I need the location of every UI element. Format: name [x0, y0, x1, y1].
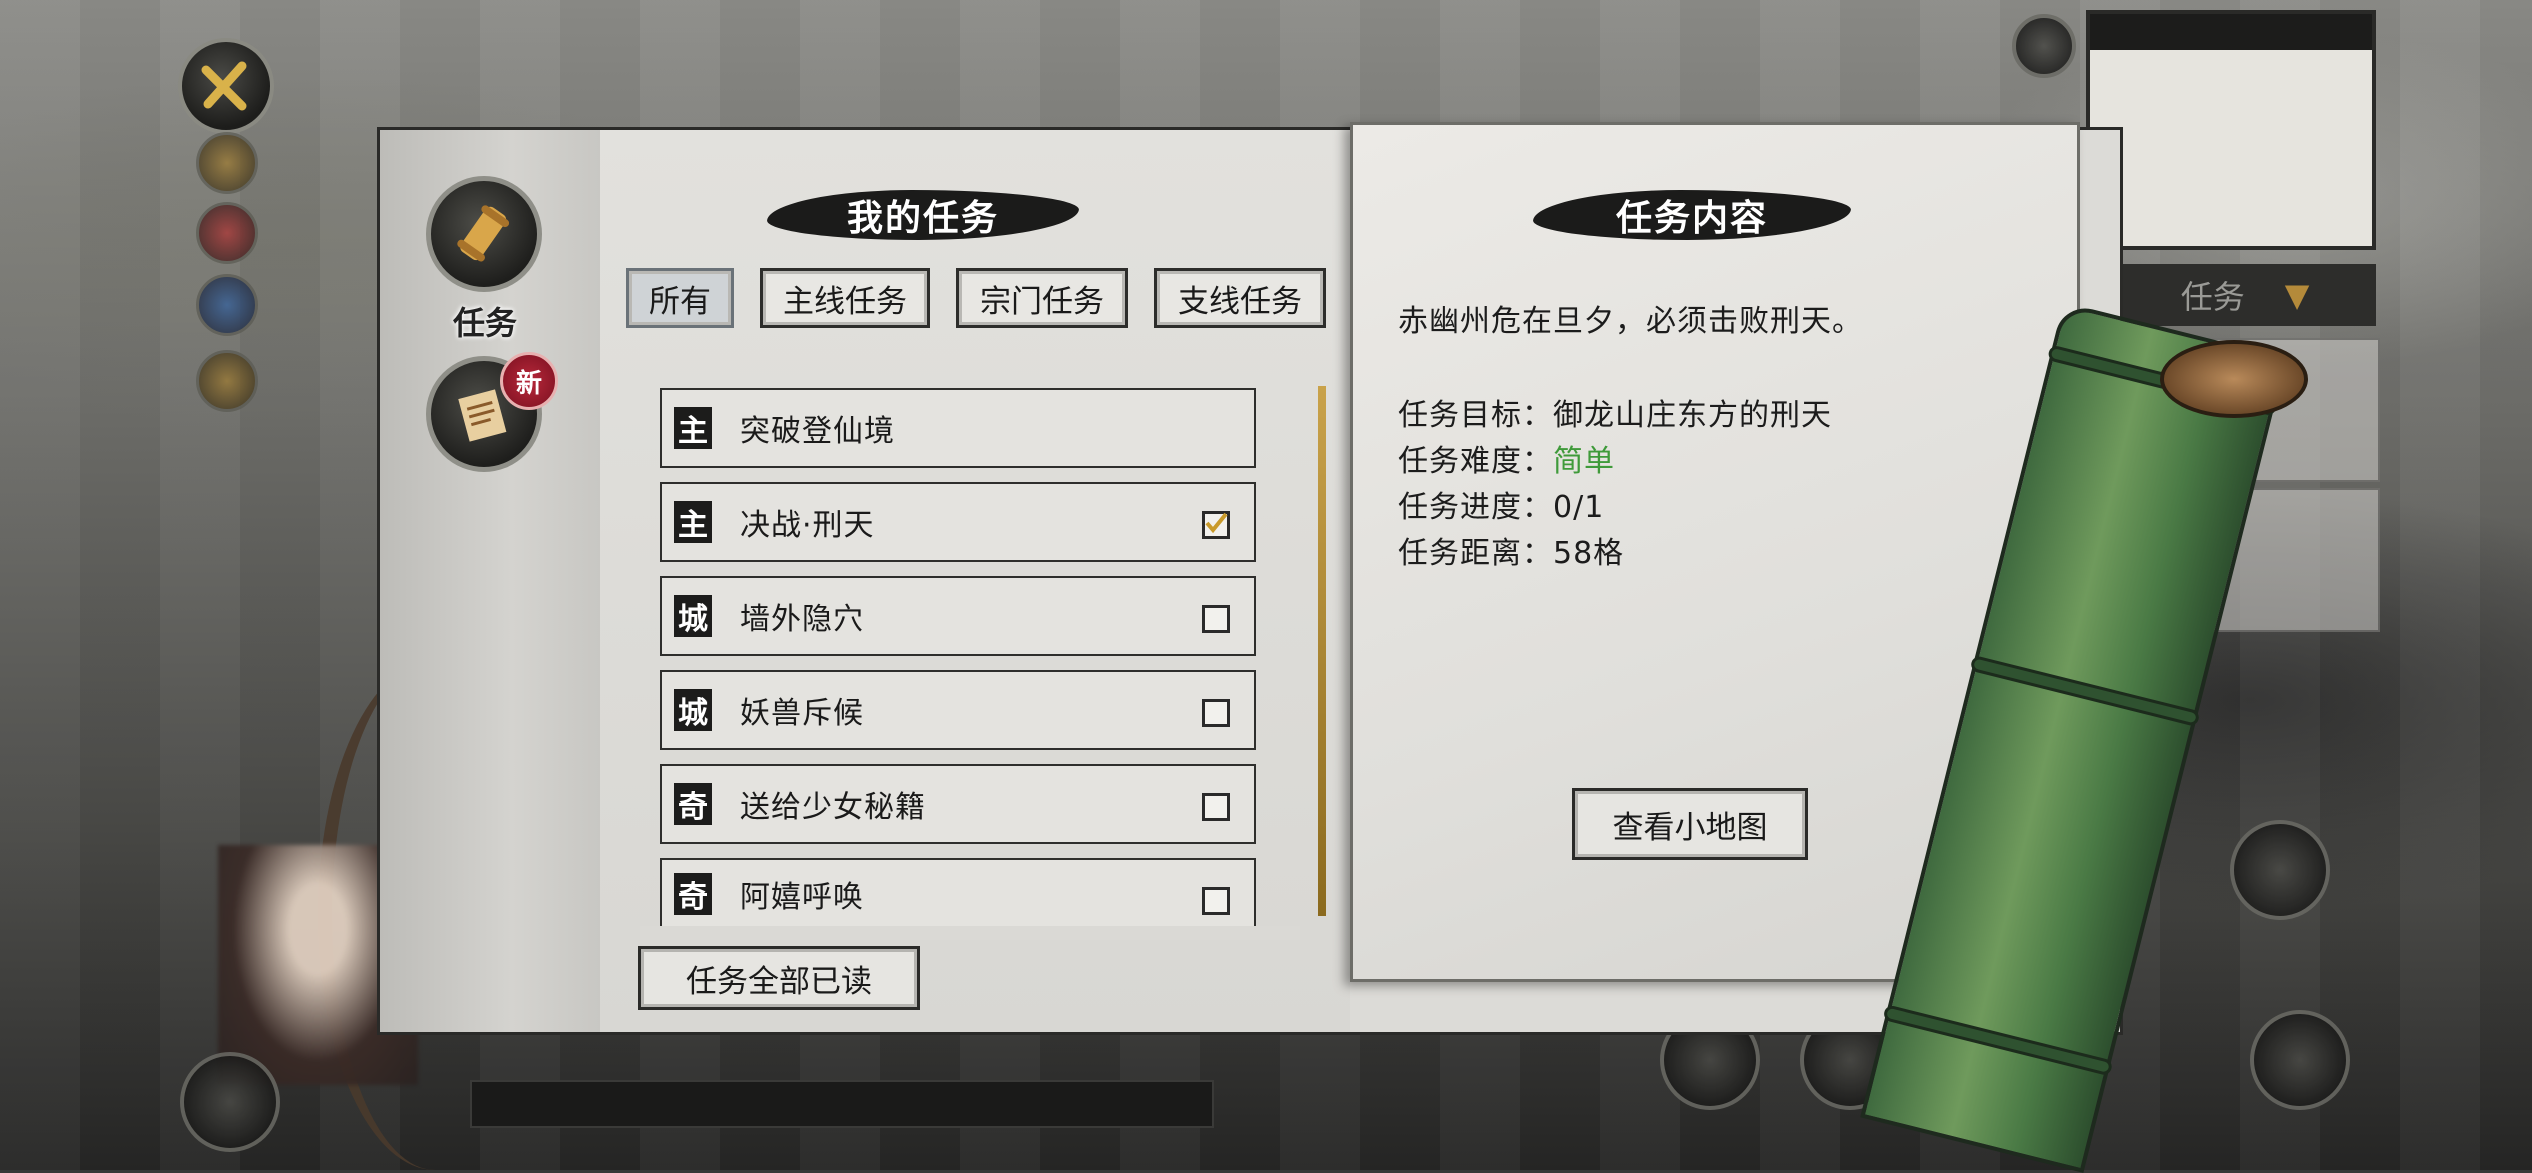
bamboo-ring [1882, 1004, 2114, 1077]
quest-dropdown: 任务 ▼ [2114, 264, 2376, 326]
tab-main-quests[interactable]: 主线任务 [760, 268, 930, 328]
quest-name: 送给少女秘籍 [740, 790, 926, 825]
task-difficulty-label: 任务难度： [1398, 444, 1553, 479]
menu-dot-icon [196, 132, 258, 194]
quest-name: 决战·刑天 [740, 508, 875, 543]
close-icon [201, 61, 247, 111]
task-target-label: 任务目标： [1398, 398, 1553, 433]
quest-name: 阿嬉呼唤 [740, 880, 864, 915]
menu-icon [2250, 1010, 2350, 1110]
quest-name: 突破登仙境 [740, 414, 895, 449]
task-content-title-bg: 任务内容 [1529, 180, 1855, 250]
close-button[interactable] [178, 38, 274, 134]
task-target-row: 任务目标：御龙山庄东方的刑天 [1398, 390, 1832, 434]
task-target-value: 御龙山庄东方的刑天 [1553, 398, 1832, 433]
minimap [2086, 10, 2376, 250]
quest-name: 妖兽斥候 [740, 696, 864, 731]
list-fade [640, 926, 1300, 940]
quest-checkbox[interactable] [1202, 887, 1230, 915]
triangle-down-icon: ▼ [2284, 276, 2310, 314]
checkmark-icon [1205, 512, 1228, 534]
quest-name: 墙外隐穴 [740, 602, 864, 637]
quest-type-tag: 主 [674, 407, 712, 449]
quest-type-tag: 主 [674, 501, 712, 543]
quest-scroll-button[interactable] [426, 176, 542, 292]
bamboo-cap [2160, 340, 2308, 418]
tab-side-quests[interactable]: 支线任务 [1154, 268, 1326, 328]
status-bars [470, 1080, 1214, 1128]
quest-checkbox[interactable] [1202, 605, 1230, 633]
my-tasks-title-bg: 我的任务 [763, 180, 1083, 250]
quest-checkbox[interactable] [1202, 511, 1230, 539]
tab-sect-quests[interactable]: 宗门任务 [956, 268, 1128, 328]
task-distance-row: 任务距离：58格 [1398, 528, 1624, 572]
task-description: 赤幽州危在旦夕，必须击败刑天。 [1398, 304, 1863, 339]
task-difficulty-value: 简单 [1553, 444, 1615, 479]
settings-icon [2012, 14, 2076, 78]
quest-type-tag: 奇 [674, 783, 712, 825]
quest-dropdown-label: 任务 [2180, 278, 2245, 316]
task-progress-row: 任务进度：0/1 [1398, 482, 1604, 526]
bamboo-ring [1969, 654, 2201, 728]
quest-checkbox[interactable] [1202, 699, 1230, 727]
skill-icon [180, 1052, 280, 1152]
task-content-title: 任务内容 [1615, 198, 1768, 239]
menu-dot-icon [196, 350, 258, 412]
tab-all[interactable]: 所有 [626, 268, 734, 328]
quest-list-scrollbar[interactable] [1318, 386, 1326, 916]
menu-dot-icon [196, 274, 258, 336]
quest-type-tag: 城 [674, 595, 712, 637]
quest-item[interactable]: 城 妖兽斥候 [660, 670, 1256, 750]
task-distance-value: 58格 [1553, 536, 1625, 571]
eye-icon [2230, 820, 2330, 920]
quest-item[interactable]: 奇 阿嬉呼唤 [660, 858, 1256, 928]
scroll-icon [457, 205, 510, 262]
task-progress-label: 任务进度： [1398, 490, 1553, 525]
view-minimap-button[interactable]: 查看小地图 [1572, 788, 1808, 860]
quest-item[interactable]: 主 决战·刑天 [660, 482, 1256, 562]
mark-all-read-button[interactable]: 任务全部已读 [638, 946, 920, 1010]
task-progress-value: 0/1 [1553, 490, 1605, 525]
new-badge: 新 [500, 352, 558, 410]
quest-item[interactable]: 奇 送给少女秘籍 [660, 764, 1256, 844]
quest-checkbox[interactable] [1202, 793, 1230, 821]
quest-side-label: 任务 [452, 304, 517, 342]
quest-item[interactable]: 城 墙外隐穴 [660, 576, 1256, 656]
my-tasks-title: 我的任务 [846, 198, 999, 239]
quest-type-tag: 奇 [674, 873, 712, 915]
task-difficulty-row: 任务难度：简单 [1398, 436, 1615, 480]
quest-type-tag: 城 [674, 689, 712, 731]
menu-dot-icon [196, 202, 258, 264]
quest-item[interactable]: 主 突破登仙境 [660, 388, 1256, 468]
task-distance-label: 任务距离： [1398, 536, 1553, 571]
minimap-header [2090, 14, 2372, 50]
